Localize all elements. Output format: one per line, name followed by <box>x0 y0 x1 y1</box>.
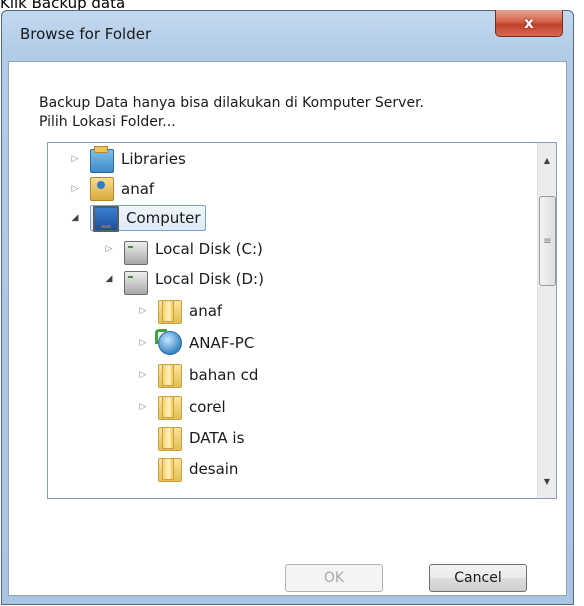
cancel-button[interactable]: Cancel <box>429 564 527 592</box>
folder-icon <box>158 427 182 451</box>
tree-item-local-disk-d[interactable]: ◢ Local Disk (D:) <box>102 265 264 295</box>
expand-arrow-icon[interactable]: ▷ <box>136 402 150 412</box>
folder-icon <box>158 300 182 324</box>
tree-item-anaf-user[interactable]: ▷ anaf <box>68 175 154 203</box>
hard-disk-icon <box>124 271 148 295</box>
instruction-message: Backup Data hanya bisa dilakukan di Komp… <box>39 94 539 132</box>
tree-item-label: desain <box>189 460 239 478</box>
tree-item-desain[interactable]: desain <box>136 455 238 483</box>
folder-icon <box>158 364 182 388</box>
computer-icon <box>93 206 119 232</box>
tree-item-label: anaf <box>189 302 223 320</box>
selection-highlight: Computer <box>90 205 206 232</box>
tree-item-local-disk-c[interactable]: ▷ Local Disk (C:) <box>102 235 263 265</box>
expand-arrow-icon[interactable]: ▷ <box>102 244 116 254</box>
tree-item-label: Local Disk (D:) <box>155 270 264 288</box>
libraries-icon <box>90 145 114 173</box>
message-line-1: Backup Data hanya bisa dilakukan di Komp… <box>39 95 424 111</box>
tree-item-data-is[interactable]: DATA is <box>136 424 244 452</box>
network-computer-icon <box>155 329 182 355</box>
collapse-arrow-icon[interactable]: ◢ <box>102 274 116 284</box>
tree-item-label: Local Disk (C:) <box>155 240 263 258</box>
hard-disk-icon <box>124 241 148 265</box>
expand-arrow-icon[interactable]: ▷ <box>136 338 150 348</box>
title-bar[interactable]: Browse for Folder x <box>2 10 573 61</box>
dialog-content: Backup Data hanya bisa dilakukan di Komp… <box>8 61 567 596</box>
close-icon: x <box>524 14 534 32</box>
expand-arrow-icon[interactable]: ▷ <box>68 154 82 164</box>
tree-item-libraries[interactable]: ▷ Libraries <box>68 145 186 173</box>
tree-item-label: anaf <box>121 180 155 198</box>
vertical-scrollbar[interactable]: ▲ ≡ ▼ <box>537 143 556 498</box>
tree-item-computer[interactable]: ◢ Computer <box>68 204 206 232</box>
tree-item-label: corel <box>189 398 226 416</box>
tree-item-label: ANAF-PC <box>189 334 255 352</box>
tree-item-label: DATA is <box>189 429 245 447</box>
ok-button[interactable]: OK <box>285 564 383 592</box>
expand-arrow-icon[interactable]: ▷ <box>136 306 150 316</box>
expand-arrow-icon[interactable]: ▷ <box>68 184 82 194</box>
close-button[interactable]: x <box>495 10 563 37</box>
tree-item-corel[interactable]: ▷ corel <box>136 393 226 421</box>
collapse-arrow-icon[interactable]: ◢ <box>68 213 82 223</box>
scroll-down-arrow-icon[interactable]: ▼ <box>538 472 556 490</box>
user-folder-icon <box>90 177 114 201</box>
tree-item-anaf-folder[interactable]: ▷ anaf <box>136 297 222 325</box>
folder-icon <box>158 396 182 420</box>
dialog-title: Browse for Folder <box>20 25 152 43</box>
message-line-2: Pilih Lokasi Folder... <box>39 114 176 130</box>
scroll-thumb[interactable]: ≡ <box>539 196 556 286</box>
tree-item-anaf-pc[interactable]: ▷ ANAF-PC <box>136 329 254 357</box>
folder-tree[interactable]: ▷ Libraries ▷ anaf ◢ Computer ▷ Local Di… <box>47 142 557 499</box>
tree-item-bahan-cd[interactable]: ▷ bahan cd <box>136 361 258 389</box>
tree-item-label: bahan cd <box>189 366 259 384</box>
browse-for-folder-dialog: Browse for Folder x Backup Data hanya bi… <box>1 10 574 605</box>
tree-item-label: Libraries <box>121 150 186 168</box>
folder-icon <box>158 458 182 482</box>
scroll-up-arrow-icon[interactable]: ▲ <box>538 151 556 169</box>
expand-arrow-icon[interactable]: ▷ <box>136 370 150 380</box>
tree-item-label: Computer <box>126 209 201 227</box>
